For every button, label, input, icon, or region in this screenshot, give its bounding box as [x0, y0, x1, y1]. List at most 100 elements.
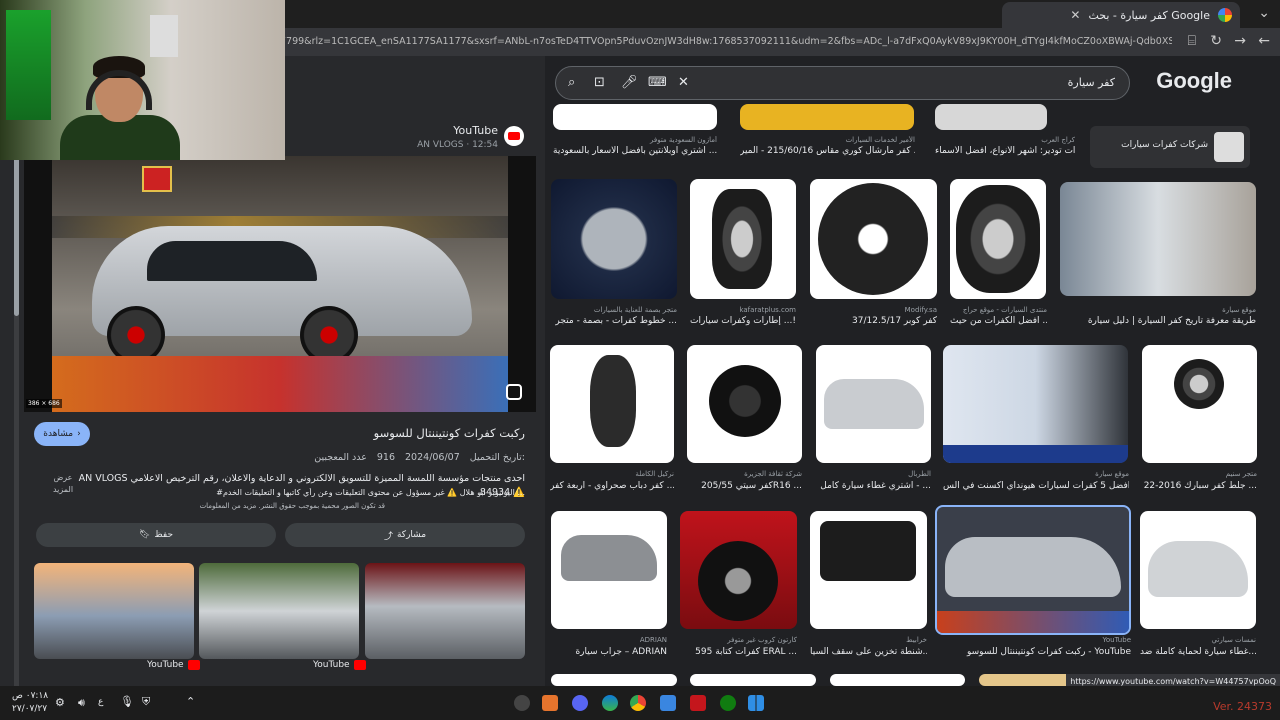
result-source: موقع سيارة — [1095, 470, 1129, 478]
result-source: منتدى السيارات - موقع حراج — [962, 306, 1047, 314]
result-source: كراج العرب — [1041, 136, 1075, 144]
copyright-notice[interactable]: قد تكون الصور محمية بموجب حقوق النشر. مز… — [200, 502, 385, 510]
result-source: موقع سيارة — [1222, 306, 1256, 314]
mic-icon[interactable]: 🎙︎ — [120, 695, 134, 708]
shield-icon[interactable]: ⛨ — [142, 695, 150, 709]
result-caption[interactable]: كفر سيتي 205/55R16 ... — [687, 481, 802, 491]
related-source-1: YouTube — [313, 660, 366, 670]
result-caption[interactable]: كفر دباب صحراوي - أربعة كفر ... — [550, 481, 674, 491]
lens-icon[interactable] — [506, 384, 522, 400]
app-icon[interactable] — [690, 695, 706, 711]
visit-button[interactable]: مشاهدة › — [34, 422, 90, 446]
preview-meta: عدد المعجبين 916 2024/06/07 تاريخ التحمي… — [314, 452, 525, 463]
chevron-icon: › — [77, 429, 81, 439]
result-caption[interactable]: كفرات تودير: أشهر الأنواع، أفضل الأسماء — [935, 146, 1075, 156]
clear-icon[interactable]: ✕ — [678, 75, 689, 90]
related-search-chip[interactable]: شركات كفرات سيارات — [1090, 126, 1250, 168]
result-image[interactable] — [550, 345, 674, 463]
result-image[interactable] — [943, 345, 1128, 463]
result-image[interactable] — [680, 511, 797, 629]
upload-label: تاريخ التحميل: — [469, 452, 525, 463]
result-caption[interactable]: شنطة تخزين على سقف السيا... — [810, 647, 927, 657]
result-caption[interactable]: كفر مارشال كوري مقاس 215/60/16 - المير .… — [740, 146, 915, 156]
result-image[interactable] — [551, 511, 667, 629]
likes-count: 916 — [376, 452, 396, 463]
related-image-2[interactable] — [199, 563, 359, 659]
result-source: أمازون السعودية متوفر — [650, 136, 717, 144]
chrome-icon[interactable] — [630, 695, 646, 711]
result-image[interactable] — [690, 674, 816, 686]
discord-icon[interactable] — [572, 695, 588, 711]
windows-start-icon[interactable] — [748, 695, 764, 711]
obs-icon[interactable] — [514, 695, 530, 711]
save-button[interactable]: 🔖︎ حفظ — [36, 523, 276, 547]
preview-image[interactable]: 386 × 686 — [24, 156, 536, 412]
result-image[interactable] — [810, 511, 927, 629]
url-field[interactable]: 7799&rlz=1C1GCEA_enSA1177SA1177&sxsrf=AN… — [280, 32, 1172, 52]
store-icon[interactable] — [660, 695, 676, 711]
result-caption[interactable]: أفضل الكفرات من حيث ... — [950, 316, 1047, 326]
result-image[interactable] — [816, 345, 931, 463]
result-image[interactable] — [687, 345, 802, 463]
result-image[interactable] — [830, 674, 965, 686]
taskbar: ٠٧:١٨ ص ٢٧/٠٧/٢٧ ⚙ 🔊︎ ع 🎙︎ ⛨ ⌃ — [0, 686, 1280, 720]
share-button[interactable]: ⤴ مشاركة — [285, 523, 525, 547]
flag-image — [6, 10, 51, 120]
result-image[interactable] — [553, 104, 717, 130]
google-logo[interactable]: Google — [1156, 68, 1232, 94]
result-source: YouTube — [1102, 636, 1131, 644]
edge-icon[interactable] — [602, 695, 618, 711]
keyboard-icon[interactable]: ⌨ — [648, 75, 667, 90]
result-caption[interactable]: جراب سيارة – ADRIAN — [551, 647, 667, 657]
bookmark-icon: 🔖︎ — [138, 530, 151, 540]
app-icon[interactable] — [542, 695, 558, 711]
tab-menu-icon[interactable]: ⌄ — [1258, 5, 1270, 21]
show-more-link[interactable]: عرض المزيد — [46, 472, 80, 496]
clock-date[interactable]: ٢٧/٠٧/٢٧ — [12, 704, 47, 714]
result-caption[interactable]: اشتري اوبلانتين بأفضل الاسعار بالسعودية … — [553, 146, 717, 156]
related-image-3[interactable] — [365, 563, 525, 659]
result-caption[interactable]: كفرات كتابة 595 ERAL ... — [680, 647, 797, 657]
result-caption[interactable]: طريقة معرفة تاريخ كفر السيارة | دليل سيا… — [1060, 316, 1256, 326]
result-image[interactable] — [810, 179, 937, 299]
mic-icon[interactable]: 🎤︎ — [621, 75, 638, 90]
preview-title[interactable]: ركبت كفرات كونتيننتال للسوسو — [374, 426, 525, 440]
browser-tab[interactable]: ✕ كفر سيارة - بحث Google — [1002, 2, 1240, 28]
result-image[interactable] — [1142, 345, 1257, 463]
result-caption[interactable]: غطاء سيارة لحماية كاملة ضد... — [1140, 647, 1256, 657]
result-image-selected[interactable] — [935, 505, 1131, 635]
clock-time[interactable]: ٠٧:١٨ ص — [12, 691, 48, 701]
close-tab-icon[interactable]: ✕ — [1070, 8, 1080, 22]
result-image[interactable] — [1060, 182, 1256, 296]
chevron-up-icon[interactable]: ⌃ — [186, 695, 195, 708]
forward-icon[interactable]: → — [1234, 33, 1246, 49]
result-caption[interactable]: كفر كوبر 37/12.5/17 — [810, 316, 937, 326]
result-caption[interactable]: إطارات وكفرات سيارات ...! — [690, 316, 796, 326]
result-source: ADRIAN — [639, 636, 667, 644]
search-icon[interactable]: ⌕ — [568, 75, 575, 90]
xbox-icon[interactable] — [720, 695, 736, 711]
result-image[interactable] — [551, 674, 677, 686]
result-image[interactable] — [740, 104, 914, 130]
preview-source[interactable]: YouTube AN VLOGS · 12:54 — [400, 120, 530, 156]
tab-search-icon[interactable]: ⌸ — [1188, 33, 1196, 49]
result-caption[interactable]: خطوط كفرات - بصمة - متجر ... — [551, 316, 677, 326]
speaker-icon[interactable]: 🔊︎ — [78, 696, 85, 710]
result-source: الأمير لخدمات السيارات — [845, 136, 915, 144]
result-caption[interactable]: أفضل 5 كفرات لسيارات هيونداي اكسنت في ال… — [943, 481, 1129, 491]
result-image[interactable] — [935, 104, 1047, 130]
result-caption[interactable]: جلط كفر سبارك 2016-22 ... — [1142, 481, 1257, 491]
notification-icon[interactable]: ⚙ — [55, 696, 65, 709]
language-indicator[interactable]: ع — [98, 697, 103, 707]
related-image-1[interactable] — [34, 563, 194, 659]
lens-icon[interactable]: ⊡ — [594, 75, 605, 90]
result-image[interactable] — [1140, 511, 1256, 629]
result-caption[interactable]: ركبت كفرات كونتيننتال للسوسو - YouTube — [935, 647, 1131, 657]
reload-icon[interactable]: ↻ — [1210, 33, 1222, 49]
result-image[interactable] — [551, 179, 677, 299]
back-icon[interactable]: ← — [1258, 33, 1270, 49]
result-image[interactable] — [950, 179, 1046, 299]
search-input[interactable]: كفر سيارة ⌕ ⊡ 🎤︎ ⌨ ✕ — [555, 66, 1130, 100]
result-image[interactable] — [690, 179, 796, 299]
result-caption[interactable]: اشتري غطاء سيارة كامل - ... — [816, 481, 931, 491]
